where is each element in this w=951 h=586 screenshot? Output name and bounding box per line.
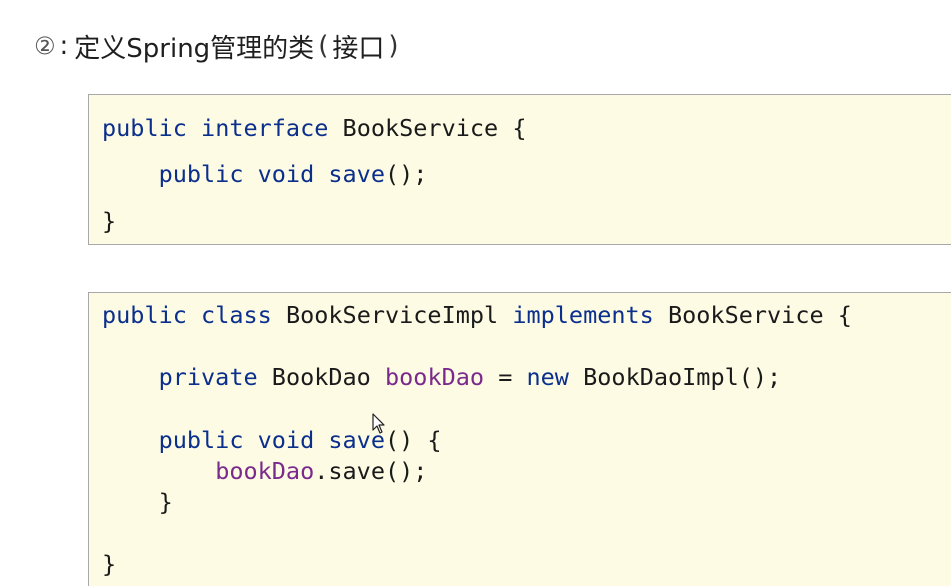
heading-colon: : [59,31,69,61]
keyword-new: new [526,363,569,391]
code-line: bookDao.save(); [102,457,427,485]
keyword-public: public [102,301,187,329]
interface-code-block: public interface BookService { public vo… [88,94,951,245]
type-name: BookDao [271,363,371,391]
code-line: public interface BookService { [102,114,527,142]
keyword-public: public [158,426,244,454]
operator: = [498,363,513,391]
punctuation: (); [384,160,428,188]
method-name: save [328,160,385,188]
keyword-void: void [257,160,315,188]
brace-close: } [158,488,173,516]
constructor-call: BookDaoImpl(); [583,363,782,391]
field-name: bookDao [215,457,315,485]
method-call: .save(); [314,457,428,485]
heading-paren-close: ) [388,31,399,61]
interface-name: BookService [667,301,824,329]
field-name: bookDao [385,363,485,391]
punctuation: () { [384,426,442,454]
code-line: } [102,488,173,516]
section-heading: ② : 定义Spring管理的类 ( 接口 ) [34,28,403,64]
code-line: } [102,550,116,578]
code-line: public void save() { [102,426,442,454]
keyword-void: void [257,426,315,454]
step-number: ② [34,32,56,60]
impl-code-block: public class BookServiceImpl implements … [88,292,951,586]
code-line: } [102,207,116,235]
type-name: BookService [342,114,499,142]
brace-open: { [512,114,527,142]
keyword-implements: implements [512,301,654,329]
keyword-private: private [158,363,258,391]
brace-close: } [102,207,117,235]
brace-open: { [837,301,852,329]
keyword-public: public [102,114,187,142]
heading-text: 定义Spring管理的类 [74,33,315,64]
code-line: private BookDao bookDao = new BookDaoImp… [102,363,782,391]
heading-paren-text: 接口 [332,33,385,64]
code-line: public void save(); [102,160,428,188]
keyword-class: class [201,301,272,329]
class-name: BookServiceImpl [285,301,499,329]
keyword-interface: interface [201,114,329,142]
heading-paren-open: ( [318,31,329,61]
mouse-pointer-icon [372,413,385,434]
keyword-public: public [158,160,244,188]
brace-close: } [102,550,117,578]
code-line: public class BookServiceImpl implements … [102,301,852,329]
